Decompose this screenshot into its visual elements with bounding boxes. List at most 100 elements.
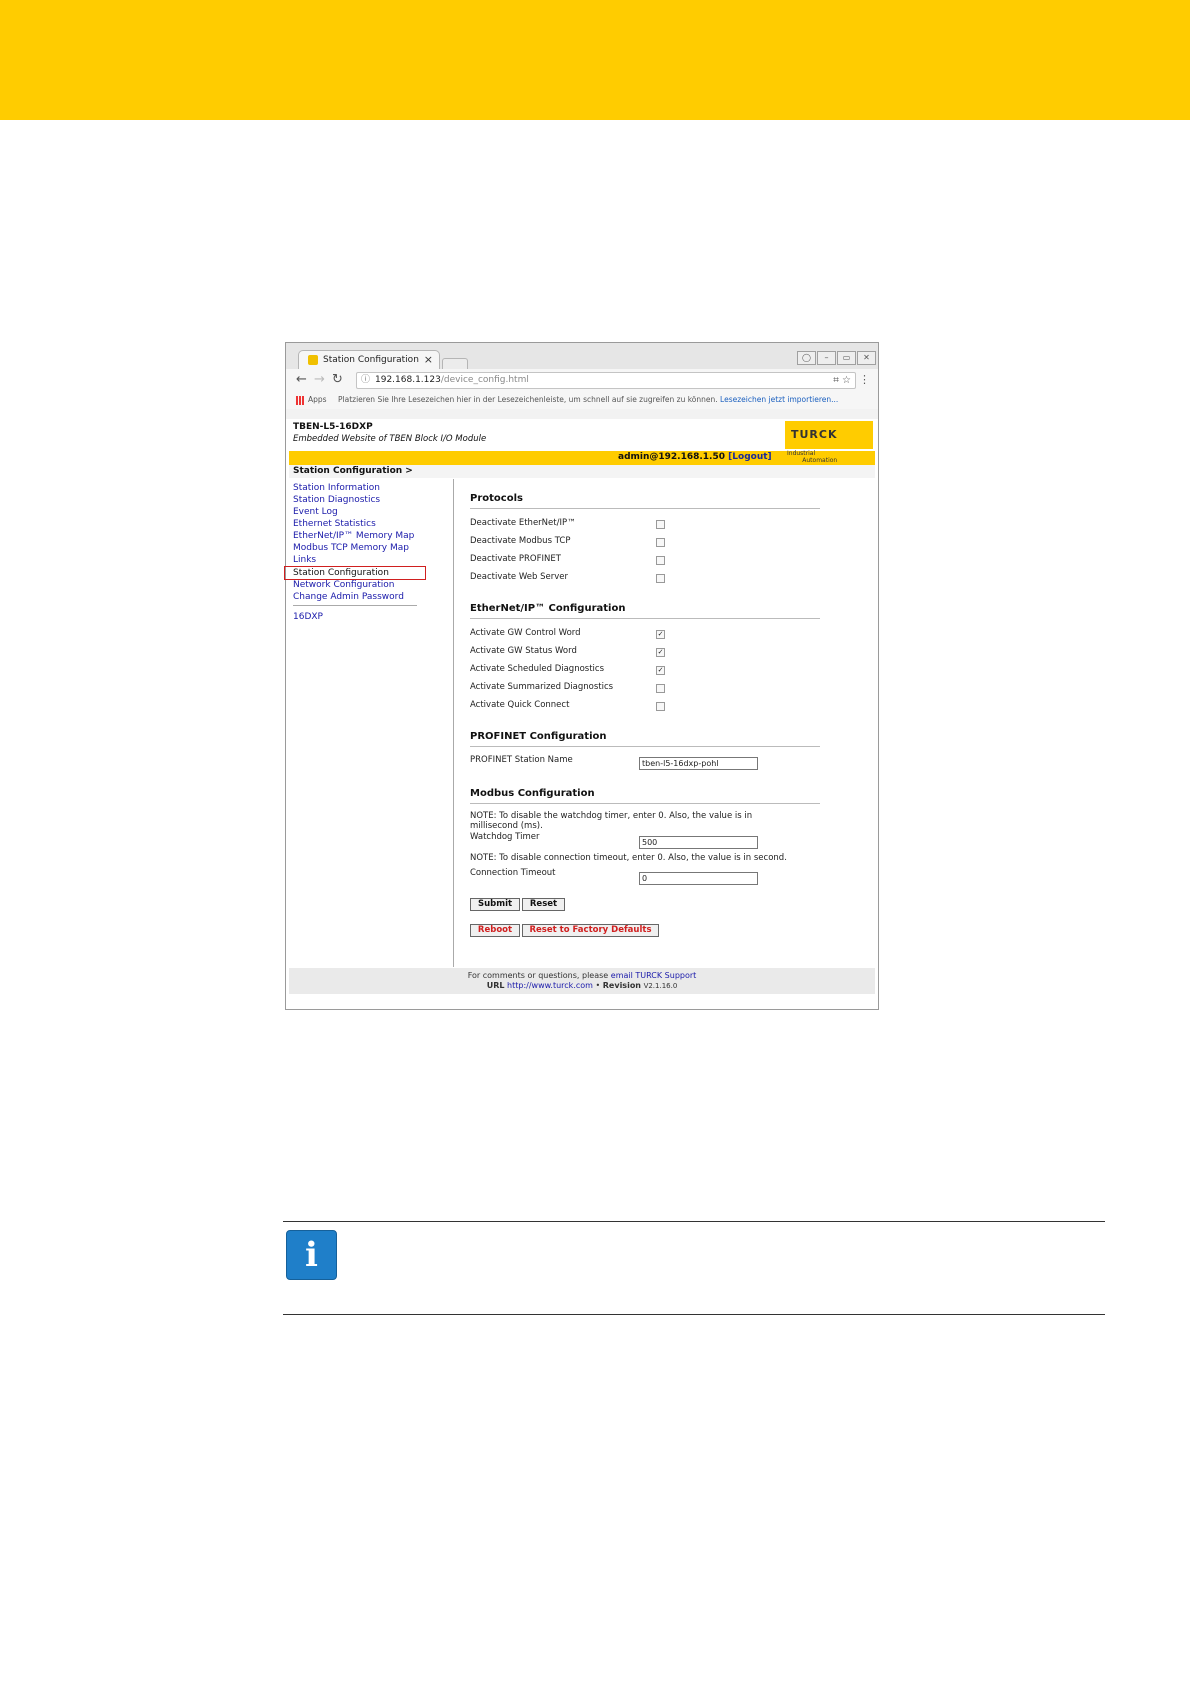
turck-logo: TURCK [785, 421, 873, 449]
divider [470, 803, 820, 804]
sidebar-divider [293, 605, 417, 606]
watchdog-note: NOTE: To disable the watchdog timer, ent… [470, 811, 753, 821]
revision-label: Revision [602, 981, 642, 990]
ethernetip-label: Activate GW Control Word [470, 628, 581, 638]
ethernetip-label: Activate Scheduled Diagnostics [470, 664, 605, 674]
watchdog-label: Watchdog Timer [470, 832, 540, 842]
protocol-label: Deactivate Modbus TCP [470, 536, 571, 546]
divider [470, 508, 820, 509]
page-footer: For comments or questions, please email … [289, 968, 875, 994]
watchdog-note-2: millisecond (ms). [470, 821, 543, 831]
header-band [0, 0, 1190, 120]
minimize-icon[interactable]: – [817, 351, 836, 365]
quick-connect-checkbox[interactable] [656, 702, 665, 711]
sidebar-item-links[interactable]: Links [293, 555, 316, 565]
forward-arrow-icon[interactable]: → [314, 372, 325, 387]
logo-sub2: Automation [802, 457, 838, 464]
browser-window: Station Configuration × ◯ – ▭ ✕ ← → ↻ ⓘ 192… [284, 342, 879, 1010]
tab-bar: Station Configuration × ◯ – ▭ ✕ [286, 343, 878, 370]
ethernetip-label: Activate GW Status Word [470, 646, 577, 656]
footer-text: For comments or questions, please [467, 971, 609, 980]
sidebar-item-network-configuration[interactable]: Network Configuration [293, 580, 394, 590]
nav-row: ← → ↻ ⓘ 192.168.1.123/device_config.html… [286, 369, 878, 391]
user-icon[interactable]: ◯ [797, 351, 816, 365]
divider [470, 618, 820, 619]
main-content: Protocols Deactivate EtherNet/IP™ Deacti… [456, 479, 876, 967]
url-path: /device_config.html [440, 375, 529, 385]
admin-user: admin@192.168.1.50 [618, 452, 726, 462]
bookmarks-bar: Apps Platzieren Sie Ihre Lesezeichen hie… [286, 391, 878, 409]
sidebar-item-event-log[interactable]: Event Log [293, 507, 338, 517]
import-bookmarks-link[interactable]: Lesezeichen jetzt importieren... [720, 395, 838, 404]
apps-label[interactable]: Apps [308, 391, 327, 409]
sidebar-item-modbus-memory-map[interactable]: Modbus TCP Memory Map [293, 543, 409, 553]
footer-separator: • [595, 981, 601, 990]
reboot-button[interactable]: Reboot [470, 924, 520, 937]
sidebar-item-station-information[interactable]: Station Information [293, 483, 380, 493]
device-subtitle: Embedded Website of TBEN Block I/O Modul… [293, 434, 487, 444]
sidebar-item-station-diagnostics[interactable]: Station Diagnostics [293, 495, 380, 505]
reload-icon[interactable]: ↻ [332, 372, 343, 387]
revision-value: V2.1.16.0 [643, 982, 678, 990]
note-bottom-rule [283, 1314, 1105, 1315]
protocol-label: Deactivate Web Server [470, 572, 568, 582]
note-top-rule [283, 1221, 1105, 1222]
favicon-icon [308, 355, 318, 365]
sidebar-item-ethernetip-memory-map[interactable]: EtherNet/IP™ Memory Map [293, 531, 414, 541]
browser-chrome: Station Configuration × ◯ – ▭ ✕ ← → ↻ ⓘ 192… [286, 343, 878, 419]
back-arrow-icon[interactable]: ← [296, 372, 307, 387]
ethernetip-heading: EtherNet/IP™ Configuration [470, 603, 626, 614]
close-window-icon[interactable]: ✕ [857, 351, 876, 365]
support-email-link[interactable]: email TURCK Support [611, 971, 697, 980]
sidebar-item-ethernet-statistics[interactable]: Ethernet Statistics [293, 519, 376, 529]
station-name-input[interactable]: tben-l5-16dxp-pohl [639, 757, 758, 770]
turck-url-link[interactable]: http://www.turck.com [507, 981, 593, 990]
apps-icon[interactable] [296, 396, 305, 405]
reset-button[interactable]: Reset [522, 898, 565, 911]
admin-bar: admin@192.168.1.50 [Logout] Industrial A… [289, 450, 875, 465]
sidebar-item-change-admin-password[interactable]: Change Admin Password [293, 592, 404, 602]
gw-status-word-checkbox[interactable]: ✓ [656, 648, 665, 657]
timeout-label: Connection Timeout [470, 868, 556, 878]
timeout-note: NOTE: To disable connection timeout, ent… [470, 853, 787, 863]
page-header: TBEN-L5-16DXP Embedded Website of TBEN B… [289, 419, 875, 451]
close-tab-icon[interactable]: × [424, 353, 433, 366]
info-icon[interactable]: ⓘ [361, 373, 370, 388]
breadcrumb-text: Station Configuration > [293, 466, 413, 476]
deactivate-profinet-checkbox[interactable] [656, 556, 665, 565]
timeout-input[interactable]: 0 [639, 872, 758, 885]
sidebar-item-station-configuration[interactable]: Station Configuration [293, 568, 389, 578]
device-title: TBEN-L5-16DXP [293, 422, 373, 432]
profinet-heading: PROFINET Configuration [470, 731, 607, 742]
station-name-label: PROFINET Station Name [470, 755, 573, 765]
deactivate-webserver-checkbox[interactable] [656, 574, 665, 583]
logo-text: TURCK [791, 428, 838, 441]
maximize-icon[interactable]: ▭ [837, 351, 856, 365]
address-bar[interactable]: ⓘ 192.168.1.123/device_config.html ⌗ ☆ [356, 372, 856, 389]
deactivate-ethernetip-checkbox[interactable] [656, 520, 665, 529]
sidebar: Station Information Station Diagnostics … [284, 479, 454, 967]
sidebar-item-module[interactable]: 16DXP [293, 612, 323, 622]
scheduled-diagnostics-checkbox[interactable]: ✓ [656, 666, 665, 675]
summarized-diagnostics-checkbox[interactable] [656, 684, 665, 693]
bookmark-message: Platzieren Sie Ihre Lesezeichen hier in … [338, 395, 718, 404]
breadcrumb: Station Configuration > [289, 465, 875, 478]
protocol-label: Deactivate EtherNet/IP™ [470, 518, 576, 528]
tab-station-configuration[interactable]: Station Configuration × [298, 350, 440, 370]
modbus-heading: Modbus Configuration [470, 788, 595, 799]
protocols-heading: Protocols [470, 493, 523, 504]
submit-button[interactable]: Submit [470, 898, 520, 911]
ethernetip-label: Activate Quick Connect [470, 700, 570, 710]
gw-control-word-checkbox[interactable]: ✓ [656, 630, 665, 639]
info-note-icon: i [286, 1230, 337, 1280]
divider [470, 746, 820, 747]
star-icon[interactable]: ☆ [842, 375, 851, 386]
window-controls: ◯ – ▭ ✕ [796, 345, 876, 365]
translate-icon[interactable]: ⌗ [833, 375, 839, 386]
factory-reset-button[interactable]: Reset to Factory Defaults [522, 924, 659, 937]
logout-link[interactable]: [Logout] [728, 452, 771, 462]
watchdog-input[interactable]: 500 [639, 836, 758, 849]
deactivate-modbus-checkbox[interactable] [656, 538, 665, 547]
tab-title: Station Configuration [323, 355, 419, 365]
menu-icon[interactable]: ⋮ [859, 373, 870, 386]
